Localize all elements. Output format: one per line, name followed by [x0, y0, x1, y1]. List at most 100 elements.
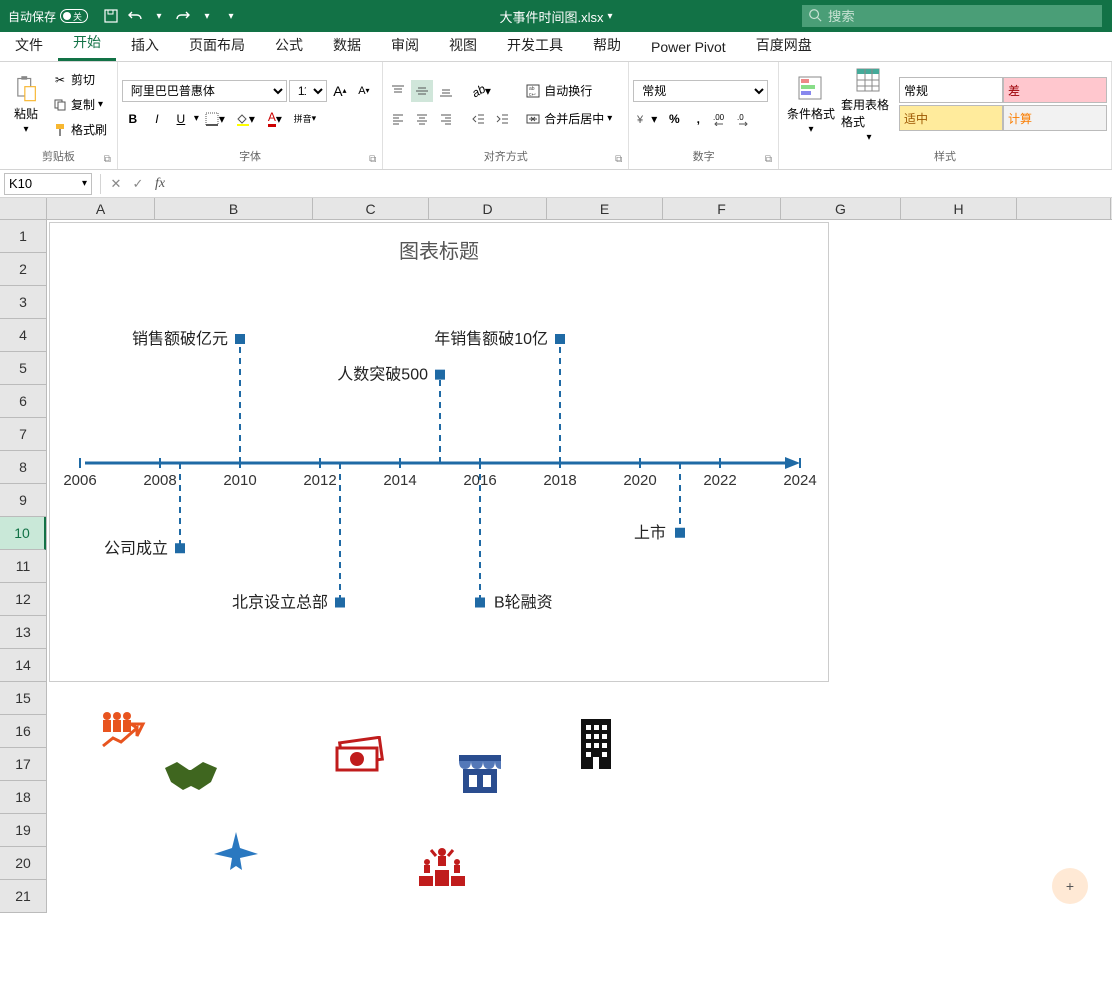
style-normal[interactable]: 常规	[899, 77, 1003, 103]
style-good[interactable]: 适中	[899, 105, 1003, 131]
row-header[interactable]: 8	[0, 451, 46, 484]
redo-dropdown[interactable]: ▾	[198, 7, 216, 25]
enter-formula-icon[interactable]: ✓	[127, 176, 149, 192]
table-format-button[interactable]: 套用表格格式▾	[841, 67, 897, 143]
row-header[interactable]: 18	[0, 781, 46, 814]
tab-dev[interactable]: 开发工具	[492, 29, 578, 61]
row-header[interactable]: 9	[0, 484, 46, 517]
building-icon[interactable]	[577, 717, 615, 774]
column-header[interactable]: E	[547, 198, 663, 219]
row-header[interactable]: 3	[0, 286, 46, 319]
tab-data[interactable]: 数据	[318, 29, 376, 61]
chart-object[interactable]: 图表标题 20062008201020122014201620182020202…	[49, 222, 829, 682]
tab-help[interactable]: 帮助	[578, 29, 636, 61]
dialog-launcher-icon[interactable]: ⧉	[765, 154, 772, 165]
handshake-icon[interactable]	[163, 760, 219, 797]
paste-button[interactable]: 粘贴 ▾	[4, 67, 48, 143]
row-header[interactable]: 21	[0, 880, 46, 913]
column-header[interactable]: C	[313, 198, 429, 219]
row-header[interactable]: 2	[0, 253, 46, 286]
redo-icon[interactable]	[174, 7, 192, 25]
row-header[interactable]: 16	[0, 715, 46, 748]
increase-font-button[interactable]: A▴	[329, 80, 351, 102]
align-right-button[interactable]	[435, 108, 457, 130]
title-dropdown-icon[interactable]: ▾	[607, 11, 612, 22]
tab-view[interactable]: 视图	[434, 29, 492, 61]
italic-button[interactable]: I	[146, 108, 168, 130]
align-bottom-button[interactable]	[435, 80, 457, 102]
row-header[interactable]: 20	[0, 847, 46, 880]
align-center-button[interactable]	[411, 108, 433, 130]
row-header[interactable]: 6	[0, 385, 46, 418]
worksheet[interactable]: ABCDEFGH 1234567891011121314151617181920…	[0, 198, 1112, 988]
row-header[interactable]: 7	[0, 418, 46, 451]
qat-customize[interactable]: ▾	[222, 7, 240, 25]
align-top-button[interactable]	[387, 80, 409, 102]
undo-dropdown[interactable]: ▾	[150, 7, 168, 25]
column-header[interactable]: D	[429, 198, 547, 219]
format-painter-button[interactable]: 格式刷	[50, 119, 109, 141]
podium-icon[interactable]	[417, 846, 467, 891]
cells-area[interactable]: 图表标题 20062008201020122014201620182020202…	[47, 220, 1112, 988]
column-header[interactable]: F	[663, 198, 781, 219]
dialog-launcher-icon[interactable]: ⧉	[104, 154, 111, 165]
tab-file[interactable]: 文件	[0, 29, 58, 61]
column-header[interactable]: A	[47, 198, 155, 219]
dialog-launcher-icon[interactable]: ⧉	[369, 154, 376, 165]
copy-button[interactable]: 复制▾	[50, 94, 109, 116]
bold-button[interactable]: B	[122, 108, 144, 130]
style-calc[interactable]: 计算	[1003, 105, 1107, 131]
font-name-select[interactable]: 阿里巴巴普惠体	[122, 80, 287, 102]
increase-decimal-button[interactable]: .00	[711, 108, 733, 130]
row-header[interactable]: 13	[0, 616, 46, 649]
row-header[interactable]: 10	[0, 517, 46, 550]
row-header[interactable]: 11	[0, 550, 46, 583]
cancel-formula-icon[interactable]: ✕	[105, 176, 127, 192]
airplane-icon[interactable]	[212, 830, 260, 881]
orientation-button[interactable]: ab▾	[467, 80, 495, 102]
save-icon[interactable]	[102, 7, 120, 25]
merge-center-button[interactable]: 合并后居中▾	[523, 108, 614, 130]
font-color-button[interactable]: A▾	[261, 108, 289, 130]
row-header[interactable]: 4	[0, 319, 46, 352]
align-left-button[interactable]	[387, 108, 409, 130]
column-header[interactable]: H	[901, 198, 1017, 219]
decrease-font-button[interactable]: A▾	[353, 80, 375, 102]
autosave-switch[interactable]: 关	[60, 9, 88, 23]
percent-button[interactable]: %	[663, 108, 685, 130]
decrease-indent-button[interactable]	[467, 108, 489, 130]
underline-button[interactable]: U	[170, 108, 192, 130]
cut-button[interactable]: ✂ 剪切	[50, 69, 109, 91]
search-input[interactable]	[828, 9, 1096, 24]
column-header[interactable]: B	[155, 198, 313, 219]
font-size-select[interactable]: 11	[289, 80, 327, 102]
pinyin-button[interactable]: 拼音▾	[291, 108, 319, 130]
row-header[interactable]: 1	[0, 220, 46, 253]
wrap-text-button[interactable]: abc↩ 自动换行	[523, 80, 614, 102]
tab-formulas[interactable]: 公式	[260, 29, 318, 61]
row-header[interactable]: 15	[0, 682, 46, 715]
number-format-select[interactable]: 常规	[633, 80, 768, 102]
row-header[interactable]: 17	[0, 748, 46, 781]
select-all-button[interactable]	[0, 198, 47, 220]
store-icon[interactable]	[457, 753, 503, 798]
comma-button[interactable]: ,	[687, 108, 709, 130]
search-box[interactable]	[802, 5, 1102, 27]
decrease-decimal-button[interactable]: .0	[735, 108, 757, 130]
row-header[interactable]: 12	[0, 583, 46, 616]
conditional-format-button[interactable]: 条件格式▾	[783, 67, 839, 143]
tab-review[interactable]: 审阅	[376, 29, 434, 61]
dialog-launcher-icon[interactable]: ⧉	[615, 154, 622, 165]
tab-layout[interactable]: 页面布局	[174, 29, 260, 61]
money-icon[interactable]	[333, 736, 385, 777]
tab-baidu[interactable]: 百度网盘	[741, 29, 827, 61]
row-header[interactable]: 14	[0, 649, 46, 682]
people-growth-icon[interactable]	[97, 710, 149, 757]
name-box[interactable]: K10 ▾	[4, 173, 92, 195]
autosave-toggle[interactable]: 自动保存 关	[0, 8, 96, 25]
borders-button[interactable]: ▾	[201, 108, 229, 130]
column-header[interactable]: G	[781, 198, 901, 219]
formula-input[interactable]	[171, 173, 1112, 195]
fill-color-button[interactable]: ▾	[231, 108, 259, 130]
accounting-button[interactable]: ¥▾	[633, 108, 661, 130]
